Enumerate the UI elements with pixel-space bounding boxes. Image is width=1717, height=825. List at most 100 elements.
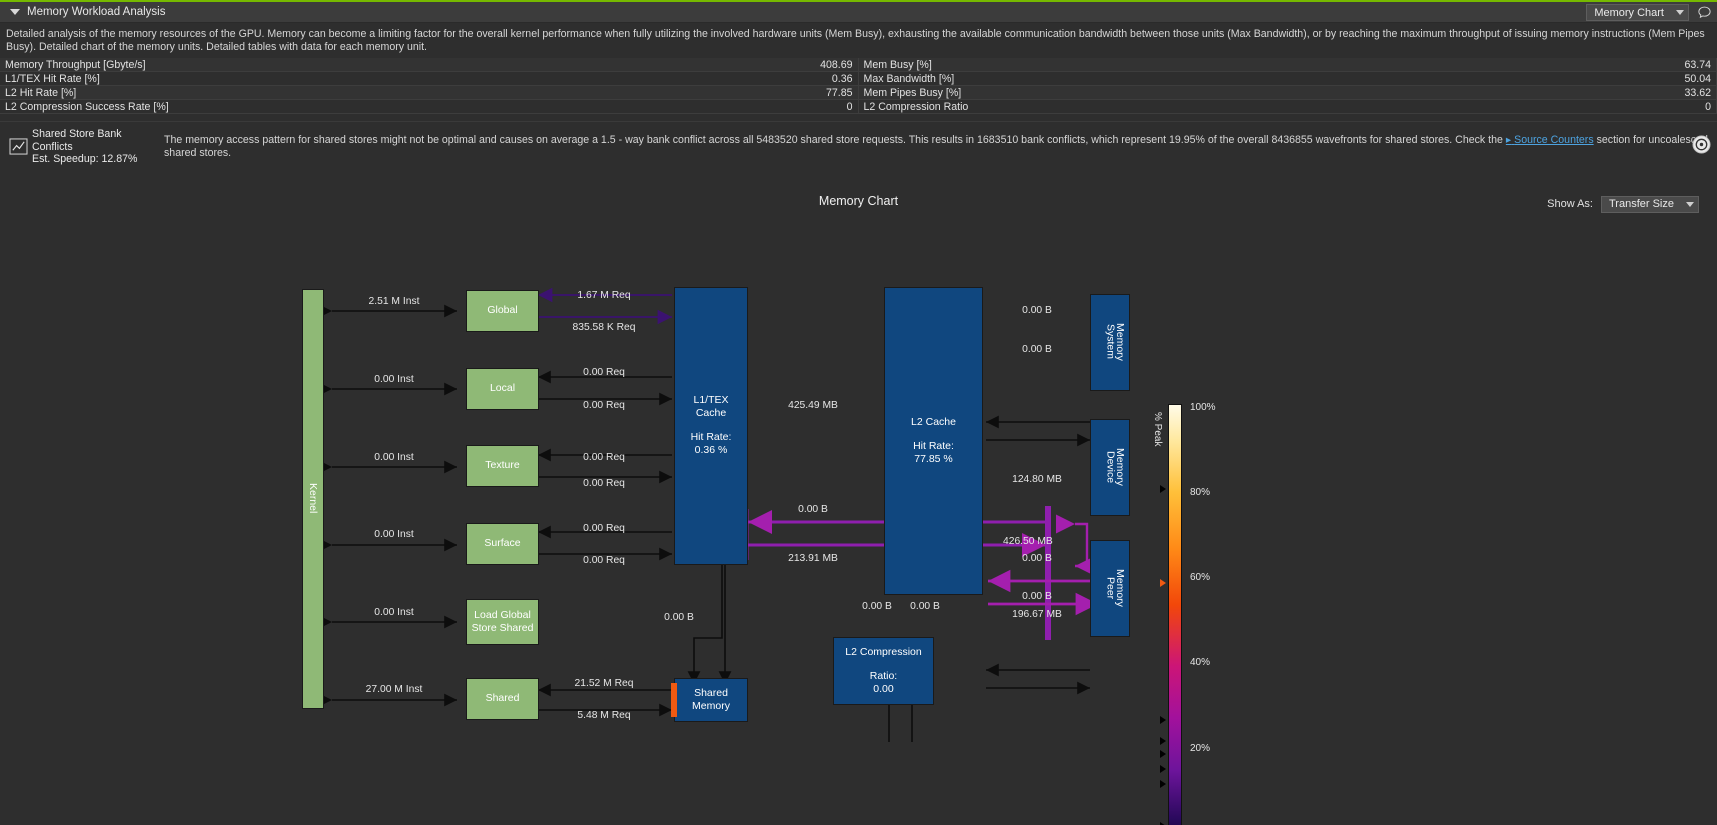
- edge-label-local-l1tex-in: 0.00 Req: [583, 366, 625, 378]
- node-device-memory[interactable]: Device Memory: [1090, 418, 1130, 516]
- node-ratio-label: Ratio:: [869, 669, 898, 682]
- metric-cell-right: Mem Busy [%] 63.74: [858, 58, 1717, 72]
- edge-label-shared-sharedmem-out: 5.48 M Req: [577, 709, 631, 721]
- node-texture[interactable]: Texture: [466, 444, 539, 487]
- metric-value: 0: [846, 100, 853, 113]
- edge-label-shared-sharedmem-in: 21.52 M Req: [574, 677, 634, 689]
- source-counters-link[interactable]: ▸ Source Counters: [1506, 134, 1594, 146]
- edge-label-l2-peermem-out: 0.00 B: [1022, 590, 1052, 602]
- node-label-line2: Cache: [695, 407, 727, 419]
- edge-label-kernel-surface: 0.00 Inst: [374, 528, 414, 540]
- node-load-global-store-shared[interactable]: Load Global Store Shared: [466, 598, 539, 645]
- edge-label-kernel-global: 2.51 M Inst: [368, 295, 420, 307]
- node-label-line2: Store Shared: [471, 621, 534, 634]
- metrics-table: Memory Throughput [Gbyte/s] 408.69 Mem B…: [0, 58, 1717, 114]
- edge-label-kernel-local: 0.00 Inst: [374, 373, 414, 385]
- node-label: Texture: [485, 459, 520, 471]
- recommendation-title: Shared Store Bank Conflicts: [32, 128, 122, 153]
- node-surface[interactable]: Surface: [466, 522, 539, 565]
- edge-label-surface-l1tex-out: 0.00 Req: [583, 554, 625, 566]
- edge-label-l2-devmem-out: 196.67 MB: [1012, 608, 1062, 620]
- metric-cell-right: L2 Compression Ratio 0: [858, 100, 1717, 114]
- node-hitrate-value: 77.85 %: [914, 452, 953, 465]
- metric-value: 408.69: [820, 58, 853, 71]
- edge-label-l1tex-sharedmem: 0.00 B: [664, 611, 694, 623]
- edge-label-global-l1tex-in: 1.67 M Req: [577, 289, 631, 301]
- node-label-line2: Memory: [1114, 323, 1126, 361]
- link-label: Source Counters: [1514, 133, 1594, 146]
- link-arrow-icon: ▸: [1505, 133, 1512, 146]
- edge-label-l2-sysmem-out: 0.00 B: [1022, 343, 1052, 355]
- metric-value: 0: [1705, 100, 1711, 113]
- edge-label-texture-l1tex-out: 0.00 Req: [583, 477, 625, 489]
- node-kernel[interactable]: Kernel: [302, 288, 324, 709]
- node-label: Surface: [484, 537, 521, 549]
- node-label-line1: Load Global: [474, 608, 531, 621]
- metric-value: 50.04: [1684, 72, 1711, 85]
- node-l1tex-cache[interactable]: L1/TEX Cache Hit Rate: 0.36 %: [674, 286, 748, 565]
- header-controls: Memory Chart: [1586, 2, 1713, 23]
- triangle-down-icon[interactable]: [10, 9, 20, 15]
- node-l2-compression[interactable]: L2 Compression Ratio: 0.00: [833, 636, 934, 705]
- node-label: L2 Cache: [911, 415, 956, 428]
- node-system-memory[interactable]: System Memory: [1090, 293, 1130, 391]
- recommendation-speedup: Est. Speedup: 12.87%: [32, 153, 138, 165]
- node-shared-memory[interactable]: Shared Memory: [674, 677, 748, 722]
- metric-cell-left: L2 Hit Rate [%] 77.85: [0, 86, 859, 100]
- edge-label-surface-l1tex-in: 0.00 Req: [583, 522, 625, 534]
- node-label-line2: Memory: [1114, 448, 1126, 486]
- memory-chart-area: Memory Chart Show As: Transfer Size Kern…: [0, 172, 1717, 825]
- metric-cell-left: L1/TEX Hit Rate [%] 0.36: [0, 72, 859, 86]
- metric-label: Memory Throughput [Gbyte/s]: [5, 58, 146, 71]
- edge-label-texture-l1tex-in: 0.00 Req: [583, 451, 625, 463]
- table-row: Memory Throughput [Gbyte/s] 408.69 Mem B…: [0, 58, 1717, 72]
- edge-label-l2comp-right: 0.00 B: [910, 600, 940, 612]
- edge-label-l1tex-sharedmem-mid: 0.00 B: [798, 503, 828, 515]
- node-local[interactable]: Local: [466, 367, 539, 410]
- recommendation-text-before: The memory access pattern for shared sto…: [164, 133, 1503, 146]
- metric-label: Max Bandwidth [%]: [863, 72, 955, 85]
- edge-label-l1tex-l2-out: 213.91 MB: [788, 552, 838, 564]
- node-label-line1: L2 Compression: [845, 645, 922, 658]
- recommendation-body: The memory access pattern for shared sto…: [150, 134, 1713, 160]
- edge-label-l2comp-left: 0.00 B: [862, 600, 892, 612]
- section-description: Detailed analysis of the memory resource…: [0, 23, 1717, 58]
- metric-cell-left: L2 Compression Success Rate [%] 0: [0, 100, 859, 114]
- node-hitrate-label: Hit Rate:: [913, 439, 954, 452]
- node-label: Global: [487, 304, 518, 316]
- speech-bubble-icon[interactable]: [1695, 4, 1713, 22]
- target-circle-icon[interactable]: [1692, 135, 1711, 159]
- edge-label-l2-devmem-loop: 426.50 MB: [1003, 535, 1053, 547]
- node-l2-cache[interactable]: L2 Cache Hit Rate: 77.85 %: [884, 286, 983, 595]
- metric-value: 63.74: [1684, 58, 1711, 71]
- metric-label: L2 Compression Success Rate [%]: [5, 100, 169, 113]
- shared-memory-highlight: [671, 682, 677, 717]
- chart-line-icon: [4, 138, 32, 155]
- node-label: Local: [489, 382, 516, 394]
- node-hitrate-label: Hit Rate:: [690, 431, 732, 443]
- metric-cell-left: Memory Throughput [Gbyte/s] 408.69: [0, 58, 859, 72]
- edge-label-kernel-lgss: 0.00 Inst: [374, 606, 414, 618]
- metric-label: L2 Hit Rate [%]: [5, 86, 77, 99]
- node-label-line1: Shared: [694, 686, 728, 699]
- node-ratio-value: 0.00: [873, 682, 894, 695]
- metric-label: Mem Pipes Busy [%]: [863, 86, 962, 99]
- node-global[interactable]: Global: [466, 289, 539, 332]
- view-select-value: Memory Chart: [1594, 6, 1664, 19]
- metric-value: 0.36: [831, 72, 853, 85]
- view-select[interactable]: Memory Chart: [1586, 4, 1689, 21]
- diagram-edges: [319, 287, 1103, 742]
- metric-cell-right: Max Bandwidth [%] 50.04: [858, 72, 1717, 86]
- node-label-line2: Memory: [692, 699, 730, 712]
- node-label-line1: L1/TEX: [693, 394, 729, 406]
- edge-label-l2-devmem-in: 124.80 MB: [1012, 473, 1062, 485]
- recommendation-heading: Shared Store Bank Conflicts Est. Speedup…: [32, 128, 150, 166]
- node-label: Shared: [485, 692, 520, 704]
- node-label: Kernel: [307, 483, 319, 514]
- node-peer-memory[interactable]: Peer Memory: [1090, 539, 1130, 637]
- edge-label-kernel-shared: 27.00 M Inst: [365, 683, 423, 695]
- metric-value: 77.85: [825, 86, 853, 99]
- node-shared[interactable]: Shared: [466, 677, 539, 720]
- metric-label: Mem Busy [%]: [863, 58, 932, 71]
- metric-label: L2 Compression Ratio: [863, 100, 969, 113]
